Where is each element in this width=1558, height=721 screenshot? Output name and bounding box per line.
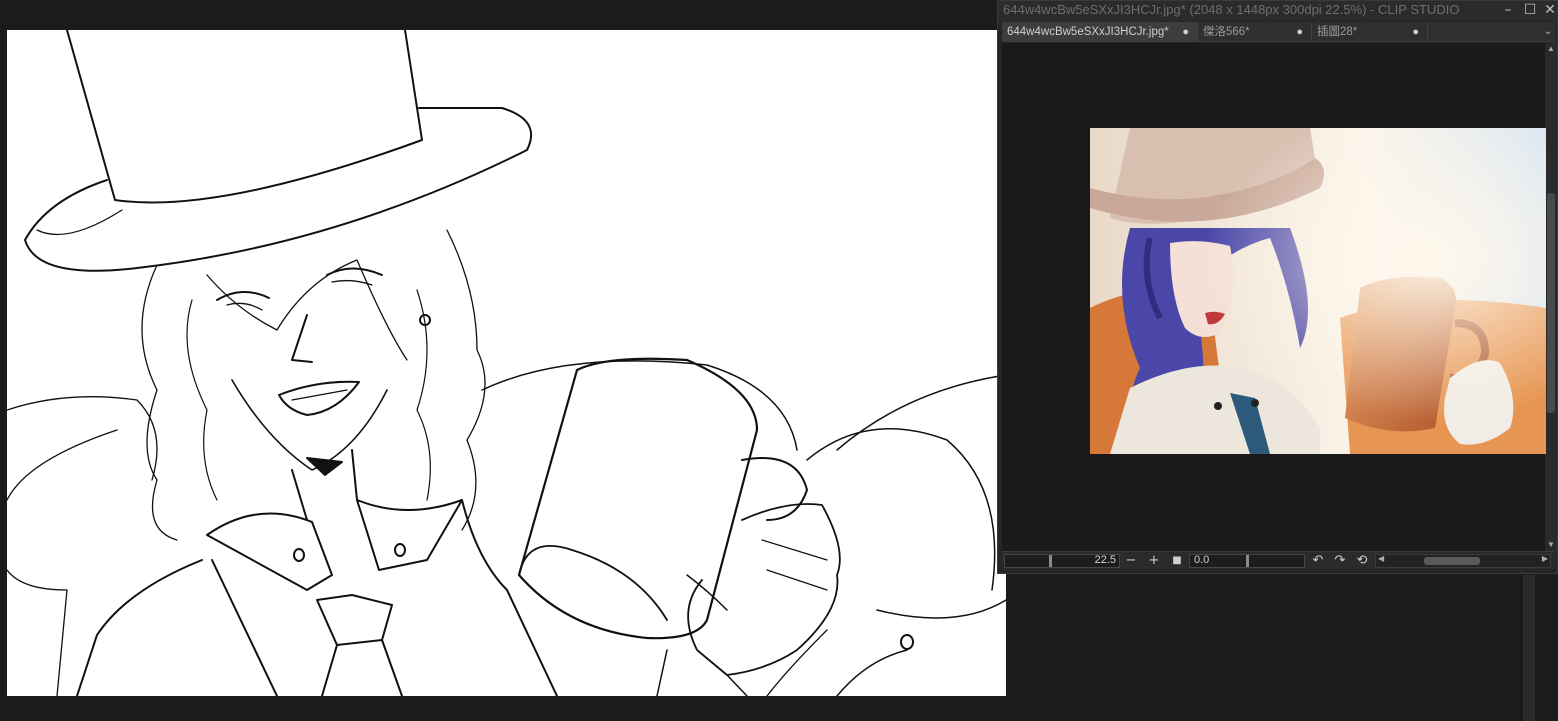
scroll-thumb[interactable] [1547, 193, 1555, 413]
line-art-sketch [7, 30, 1006, 696]
scroll-right-icon[interactable]: ▶ [1542, 554, 1548, 563]
rotation-slider[interactable]: 0.0 [1189, 554, 1305, 568]
tab-label: 644w4wcBw5eSXxJI3HCJr.jpg* [1007, 26, 1169, 38]
tab-close-dot-icon[interactable]: ● [1182, 22, 1189, 42]
zoom-value[interactable]: 22.5 [1095, 554, 1116, 566]
sub-vertical-scrollbar[interactable]: ▲ ▼ [1545, 43, 1557, 551]
square-icon[interactable]: ■ [1168, 554, 1186, 568]
tab-document-2[interactable]: 傑洛566* ● [1198, 22, 1312, 42]
tab-close-dot-icon[interactable]: ● [1412, 22, 1419, 42]
tab-label: 插圖28* [1317, 26, 1358, 38]
close-icon[interactable]: ✕ [1541, 1, 1558, 21]
sub-window-title: 644w4wcBw5eSXxJI3HCJr.jpg* (2048 x 1448p… [1003, 2, 1460, 17]
rotate-right-icon[interactable]: ↷ [1331, 554, 1349, 568]
rotate-left-icon[interactable]: ↶ [1309, 554, 1327, 568]
scroll-up-icon[interactable]: ▲ [1545, 43, 1557, 55]
zoom-slider-knob[interactable] [1049, 555, 1052, 567]
tab-label: 傑洛566* [1203, 26, 1250, 38]
tab-close-dot-icon[interactable]: ● [1296, 22, 1303, 42]
scroll-down-icon[interactable]: ▼ [1545, 539, 1557, 551]
scroll-left-icon[interactable]: ◀ [1378, 554, 1384, 563]
tab-document-3[interactable]: 插圖28* ● [1312, 22, 1428, 42]
zoom-slider[interactable]: 22.5 [1004, 554, 1120, 568]
scroll-thumb[interactable] [1424, 557, 1480, 565]
workspace-background [1006, 574, 1558, 721]
minus-icon[interactable]: − [1122, 554, 1140, 568]
maximize-icon[interactable]: ☐ [1519, 1, 1541, 21]
minimize-icon[interactable]: – [1497, 1, 1519, 21]
painting-illustration [1090, 128, 1546, 454]
sub-horizontal-scrollbar[interactable]: ◀ ▶ [1375, 554, 1551, 568]
reset-rotation-icon[interactable]: ⟲ [1353, 554, 1371, 568]
plus-icon[interactable]: + [1145, 554, 1163, 568]
main-canvas[interactable] [7, 30, 1006, 696]
navigator-bar: 22.5 − + ■ 0.0 ↶ ↷ ⟲ ◀ ▶ [1002, 551, 1555, 569]
sub-window-titlebar[interactable]: 644w4wcBw5eSXxJI3HCJr.jpg* (2048 x 1448p… [998, 1, 1557, 21]
chevron-down-icon[interactable]: ⌄ [1541, 22, 1555, 42]
reference-painting [1090, 128, 1546, 454]
main-vertical-scrollbar[interactable] [1523, 575, 1535, 721]
rotation-value[interactable]: 0.0 [1194, 554, 1209, 566]
document-tabbar: 644w4wcBw5eSXxJI3HCJr.jpg* ● 傑洛566* ● 插圖… [1002, 22, 1555, 42]
rotation-slider-knob[interactable] [1246, 555, 1249, 567]
tab-document-1[interactable]: 644w4wcBw5eSXxJI3HCJr.jpg* ● [1002, 22, 1198, 42]
